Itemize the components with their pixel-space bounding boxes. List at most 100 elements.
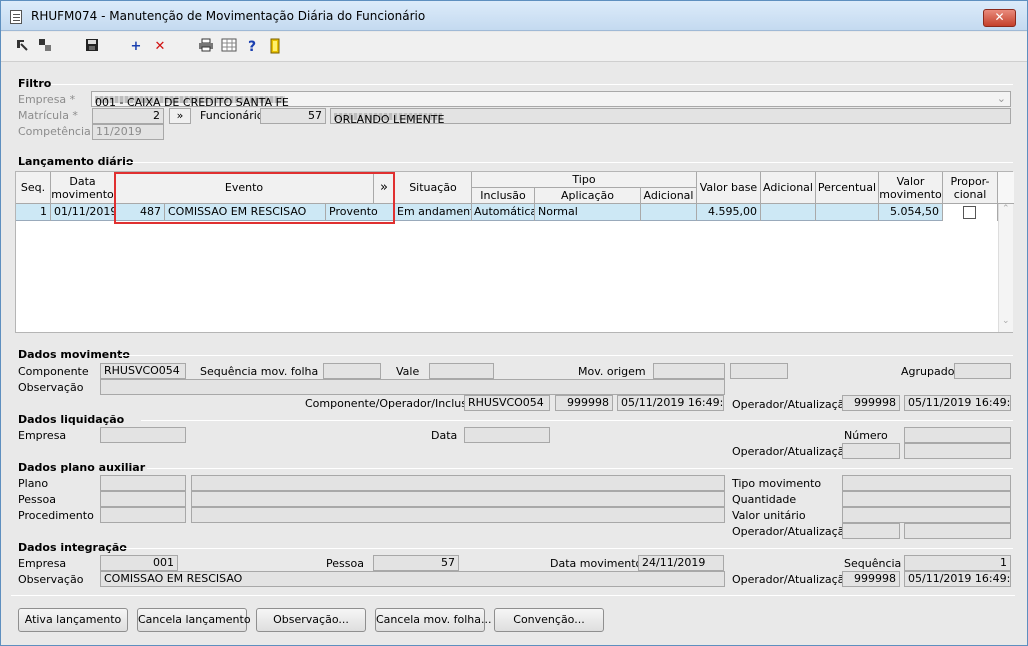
cell-inclusao: Automática [472, 204, 535, 221]
funcionario-code-field[interactable]: 57 [260, 108, 326, 124]
int-op-field[interactable]: 999998 [842, 571, 900, 587]
int-data-mov-field[interactable]: 24/11/2019 [638, 555, 724, 571]
expand-columns-button[interactable]: » [374, 172, 395, 204]
plano-desc-field[interactable] [191, 475, 725, 491]
app-window: RHUFM074 - Manutenção de Movimentação Di… [0, 0, 1028, 646]
scroll-up-icon[interactable]: ⌃ [1002, 204, 1010, 214]
int-sequencia-field[interactable]: 1 [904, 555, 1011, 571]
add-icon[interactable]: + [127, 38, 145, 56]
col-tipo: Tipo [472, 172, 697, 188]
liq-op-field[interactable] [842, 443, 900, 459]
comp-op-incl-label: Componente/Operador/Inclusão [305, 397, 481, 410]
lancamento-grid: Seq. Data movimento Evento » Situação Ti… [15, 171, 1014, 333]
valor-unitario-label: Valor unitário [732, 509, 806, 522]
title-bar: RHUFM074 - Manutenção de Movimentação Di… [1, 1, 1027, 31]
inclusao-field[interactable]: 05/11/2019 16:49:33 [617, 395, 724, 411]
last-record-icon[interactable] [36, 38, 54, 56]
int-atual-field[interactable]: 05/11/2019 16:49:33 [904, 571, 1011, 587]
funcionario-name-field: ORLANDO LEMENTE [330, 108, 1011, 124]
int-pessoa-field[interactable]: 57 [373, 555, 459, 571]
componente-field[interactable]: RHUSVCO054 [100, 363, 186, 379]
cell-evento-desc: COMISSAO EM RESCISAO [165, 204, 326, 221]
section-lancamento: Lançamento diário [18, 155, 137, 168]
ativa-lancamento-button[interactable]: Ativa lançamento [18, 608, 128, 632]
empresa-select[interactable]: 001 - CAIXA DE CREDITO SANTA FE ⌄ [91, 91, 1011, 107]
agrupador-field[interactable] [954, 363, 1011, 379]
mov-origem-field[interactable] [653, 363, 725, 379]
cell-adicional-tipo [641, 204, 697, 221]
vale-field[interactable] [429, 363, 494, 379]
int-empresa-field[interactable]: 001 [100, 555, 178, 571]
col-data: Data movimento [51, 172, 115, 204]
plano-code-field[interactable] [100, 475, 186, 491]
plano-op-atual-label: Operador/Atualização [732, 525, 852, 538]
delete-icon[interactable]: ✕ [151, 38, 169, 56]
liq-data-field[interactable] [464, 427, 550, 443]
competencia-field[interactable]: 11/2019 [92, 124, 164, 140]
document-icon [10, 10, 22, 24]
cell-proporcional [943, 204, 998, 221]
tipo-movimento-label: Tipo movimento [732, 477, 822, 490]
scroll-down-icon[interactable]: ⌄ [1002, 316, 1010, 326]
vale-label: Vale [396, 365, 420, 378]
op-incl-field[interactable]: 999998 [555, 395, 613, 411]
cancela-mov-folha-button[interactable]: Cancela mov. folha... [375, 608, 491, 632]
cancela-lancamento-button[interactable]: Cancela lançamento [137, 608, 251, 632]
op-atual-field[interactable]: 999998 [842, 395, 900, 411]
liq-atual-field[interactable] [904, 443, 1011, 459]
matricula-field[interactable]: 2 [92, 108, 164, 124]
table-row[interactable]: 1 01/11/2019 487 COMISSAO EM RESCISAO Pr… [16, 204, 998, 221]
liq-numero-field[interactable] [904, 427, 1011, 443]
convencao-button[interactable]: Convenção... [494, 608, 604, 632]
componente-label: Componente [18, 365, 89, 378]
op-atual-label: Operador/Atualização [732, 398, 852, 411]
grid-icon[interactable] [220, 38, 238, 56]
atualizacao-field[interactable]: 05/11/2019 16:49:33 [904, 395, 1011, 411]
int-observacao-field[interactable]: COMISSAO EM RESCISAO [100, 571, 725, 587]
cell-evento-cod: 487 [115, 204, 165, 221]
liq-op-atual-label: Operador/Atualização [732, 445, 852, 458]
matricula-label: Matrícula * [18, 109, 78, 122]
divider [11, 595, 1015, 596]
section-dados-movimento: Dados movimento [18, 348, 133, 361]
agrupador-label: Agrupador [901, 365, 959, 378]
observacao-field[interactable] [100, 379, 725, 395]
observacao-button[interactable]: Observação... [256, 608, 366, 632]
pessoa-code-field[interactable] [100, 491, 186, 507]
exit-icon[interactable] [266, 38, 284, 56]
procedimento-code-field[interactable] [100, 507, 186, 523]
plano-atual-field[interactable] [904, 523, 1011, 539]
mov-origem-field-2[interactable] [730, 363, 788, 379]
plano-label: Plano [18, 477, 49, 490]
section-filtro: Filtro [18, 77, 55, 90]
print-icon[interactable] [197, 38, 215, 56]
comp-field[interactable]: RHUSVCO054 [464, 395, 550, 411]
col-proporcional: Propor- cional [943, 172, 998, 204]
col-prop-line2: cional [953, 187, 987, 201]
first-record-icon[interactable] [13, 38, 31, 56]
col-inclusao: Inclusão [472, 188, 535, 204]
cell-adicional [761, 204, 816, 221]
sequencia-mov-field[interactable] [323, 363, 381, 379]
cell-situacao: Em andamento [395, 204, 472, 221]
valor-unitario-field[interactable] [842, 507, 1011, 523]
plano-op-field[interactable] [842, 523, 900, 539]
save-icon[interactable] [83, 38, 101, 56]
proporcional-checkbox[interactable] [963, 206, 976, 219]
int-observacao-label: Observação [18, 573, 84, 586]
close-button[interactable]: ✕ [983, 9, 1016, 27]
tipo-movimento-field[interactable] [842, 475, 1011, 491]
procedimento-desc-field[interactable] [191, 507, 725, 523]
col-aplicacao: Aplicação [535, 188, 641, 204]
pessoa-desc-field[interactable] [191, 491, 725, 507]
lookup-button[interactable]: » [169, 108, 191, 124]
col-seq: Seq. [16, 172, 51, 204]
observacao-label: Observação [18, 381, 84, 394]
col-percentual: Percentual [816, 172, 879, 204]
quantidade-field[interactable] [842, 491, 1011, 507]
liq-empresa-field[interactable] [100, 427, 186, 443]
help-icon[interactable]: ? [243, 38, 261, 56]
empresa-label: Empresa * [18, 93, 76, 106]
toolbar: + ✕ ? [1, 32, 1027, 62]
vertical-scrollbar[interactable]: ⌃ ⌄ [998, 204, 1013, 332]
